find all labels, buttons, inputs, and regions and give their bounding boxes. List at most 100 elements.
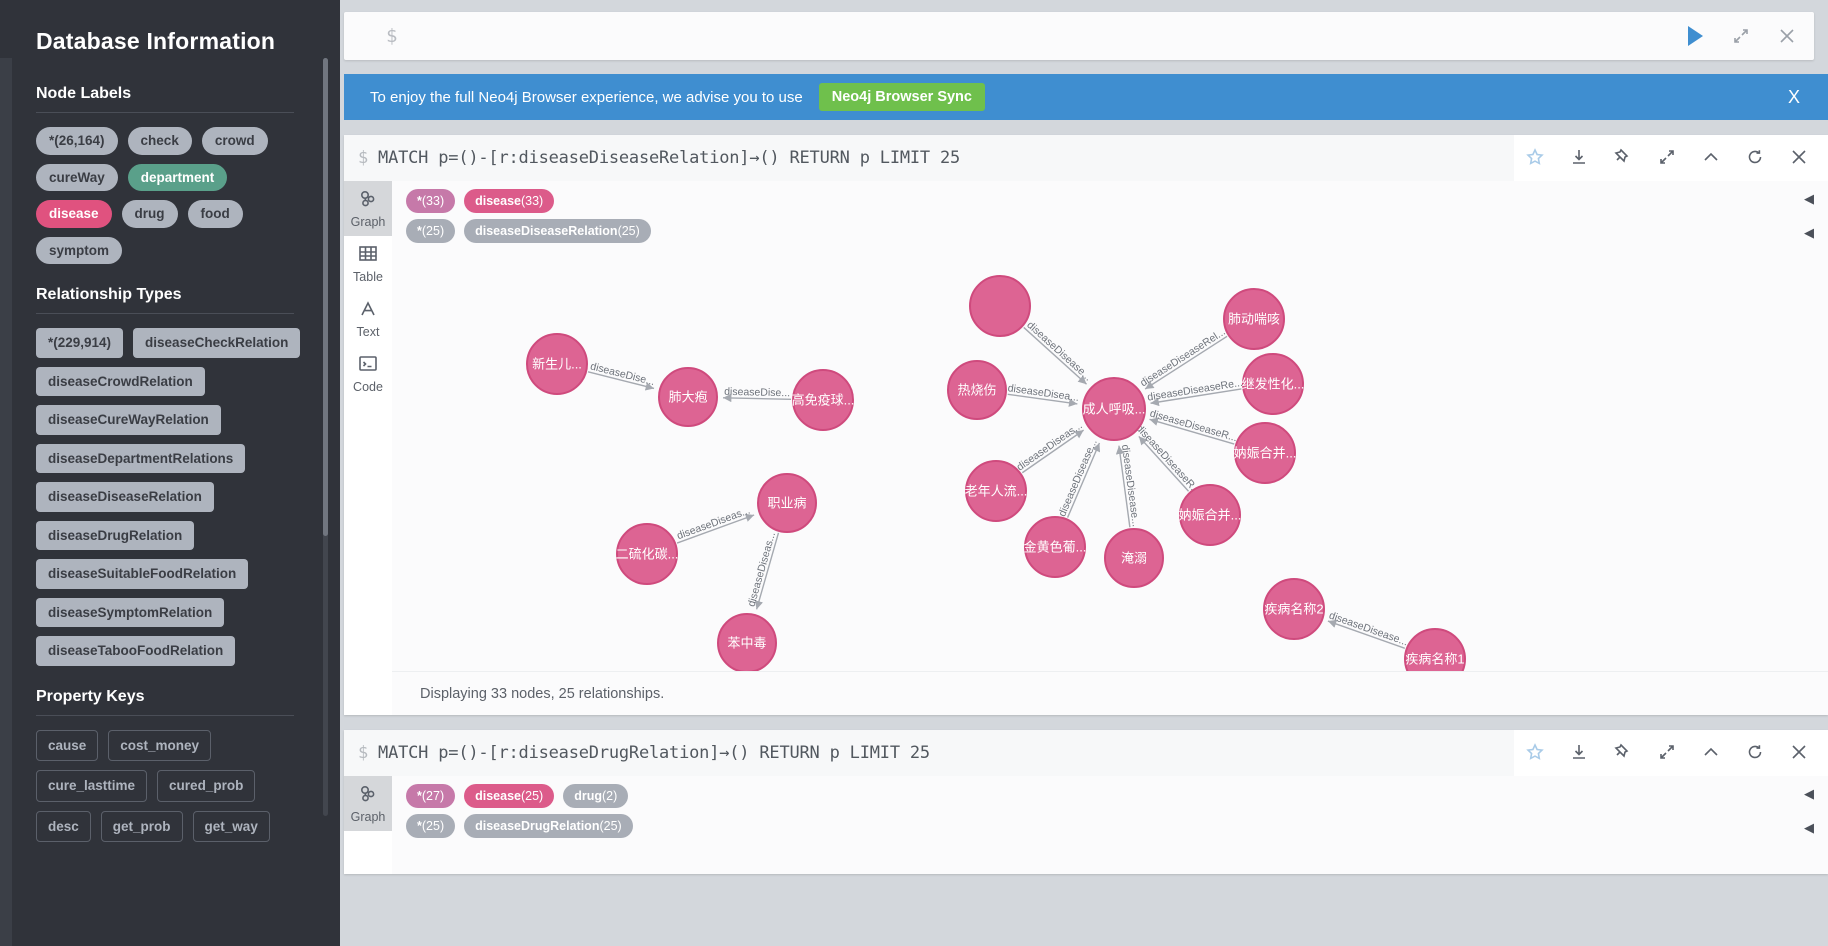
collapse-button[interactable] [1690,136,1734,180]
sidebar-chip-diseasecheckrelation[interactable]: diseaseCheckRelation [133,328,301,358]
editor-expand-button[interactable] [1718,13,1764,59]
sidebar-chip-cost-money[interactable]: cost_money [108,729,212,762]
sidebar-chip-diseasecurewayrelation[interactable]: diseaseCureWayRelation [36,405,221,435]
view-tab-graph[interactable]: Graph [344,776,392,831]
sidebar-chip-food[interactable]: food [187,200,243,228]
editor-close-button[interactable] [1764,13,1810,59]
legend-chip-[interactable]: *(25) [406,814,456,838]
star-button[interactable] [1514,136,1558,180]
sidebar-chip-diseasesuitablefoodrelation[interactable]: diseaseSuitableFoodRelation [36,559,249,589]
sidebar-chip-diseasedepartmentrelations[interactable]: diseaseDepartmentRelations [36,443,246,474]
sidebar-chip-desc[interactable]: desc [36,810,91,843]
sidebar-scrollbar-thumb[interactable] [323,58,328,536]
sidebar-sections: Node Labels *(26,164) check crowd cureWay dep… [36,85,340,843]
download-button[interactable] [1558,136,1602,180]
frame-query-text[interactable]: $ MATCH p=()-[r:diseaseDiseaseRelation]→(… [344,134,1514,181]
collapse-button[interactable] [1690,731,1734,775]
sidebar-chip-symptom[interactable]: symptom [36,236,123,265]
run-query-button[interactable] [1672,13,1718,59]
sidebar-chip-cured-prob[interactable]: cured_prob [157,770,256,802]
frame-toolbar [1514,134,1828,181]
legend-chip-[interactable]: *(33) [406,189,456,213]
legend-chip-label: diseaseDiseaseRelation [475,224,618,238]
browser-sync-button[interactable]: Neo4j Browser Sync [818,83,985,111]
sidebar-chip-drug[interactable]: drug [121,200,178,228]
view-tab-text[interactable]: Text [344,291,392,346]
graph-visualization-area[interactable]: *(27) disease(25) drug(2) ◀ *(25) diseaseDrug… [392,776,1828,874]
collapse-icon [1704,747,1718,756]
code-icon [359,356,377,371]
legend-collapse-toggle[interactable]: ◀ [1804,191,1814,207]
frame-query-text[interactable]: $ MATCH p=()-[r:diseaseDrugRelation]→() R… [344,729,1514,776]
sidebar-chip-diseasecrowdrelation[interactable]: diseaseCrowdRelation [36,366,205,397]
cypher-editor-input[interactable] [411,12,1672,60]
sidebar-chip-disease[interactable]: disease [36,200,112,228]
sidebar-chip-cure-lasttime[interactable]: cure_lasttime [36,770,148,802]
sidebar-chip--26-164-[interactable]: *(26,164) [36,127,118,155]
svg-text:diseaseDiseaseR...: diseaseDiseaseR... [1148,408,1238,445]
close-button[interactable] [1778,731,1822,775]
legend-collapse-toggle[interactable]: ◀ [1804,225,1814,241]
svg-text:成人呼吸...: 成人呼吸... [1083,401,1146,416]
cypher-editor-bar[interactable]: $ [344,12,1814,60]
sidebar-chip-get-way[interactable]: get_way [192,810,270,843]
frame-body: Graph *(27) disease(25) drug(2) ◀ *(25) diseas… [344,776,1828,874]
svg-text:高免疫球...: 高免疫球... [792,392,855,407]
pin-button[interactable] [1602,136,1646,180]
result-frames: $ MATCH p=()-[r:diseaseDiseaseRelation]→(… [340,134,1828,874]
view-tab-code[interactable]: Code [344,346,392,401]
close-icon [1780,29,1794,43]
view-tab-graph[interactable]: Graph [344,181,392,236]
sidebar-chip-check[interactable]: check [127,127,192,155]
sidebar-chip--229-914-[interactable]: *(229,914) [36,328,124,358]
svg-text:肺动喘咳: 肺动喘咳 [1228,311,1280,326]
sidebar-chip-crowd[interactable]: crowd [201,127,268,155]
sidebar-chip-diseasesymptomrelation[interactable]: diseaseSymptomRelation [36,597,225,628]
graph-visualization-area[interactable]: *(33) disease(33) ◀ *(25) diseaseDiseaseRela… [392,181,1828,715]
star-button[interactable] [1514,731,1558,775]
legend-chip-diseaseDrugRelation[interactable]: diseaseDrugRelation(25) [464,814,633,838]
sidebar-chip-cureway[interactable]: cureWay [36,163,118,192]
legend-chip-count: (2) [602,789,618,803]
view-tab-table[interactable]: Table [344,236,392,291]
result-frame: $ MATCH p=()-[r:diseaseDrugRelation]→() R… [344,729,1828,874]
svg-text:淹溺: 淹溺 [1121,550,1147,565]
refresh-button[interactable] [1734,136,1778,180]
svg-text:妠娠合并...: 妠娠合并... [1234,445,1297,460]
legend-collapse-toggle[interactable]: ◀ [1804,820,1814,836]
sidebar-chip-diseasedrugrelation[interactable]: diseaseDrugRelation [36,520,195,551]
legend-chip-label: diseaseDrugRelation [475,819,600,833]
svg-text:金黄色葡...: 金黄色葡... [1024,539,1087,554]
legend-chip-[interactable]: *(25) [406,219,456,243]
legend-chip-disease[interactable]: disease(33) [464,189,555,213]
legend-chip-[interactable]: *(27) [406,784,456,808]
graph-canvas[interactable]: diseaseDise... diseaseDise... diseaseDisea… [392,251,1828,671]
sidebar-chip-diseasetaboofoodrelation[interactable]: diseaseTabooFoodRelation [36,636,236,666]
sidebar-chip-department[interactable]: department [127,163,228,192]
sidebar-chip-get-prob[interactable]: get_prob [100,810,183,843]
download-icon [1573,149,1585,164]
svg-text:diseaseDisease...: diseaseDisease... [1119,444,1142,528]
legend-collapse-toggle[interactable]: ◀ [1804,786,1814,802]
close-button[interactable] [1778,136,1822,180]
sidebar-chip-diseasediseaserelation[interactable]: diseaseDiseaseRelation [36,482,214,512]
legend-chip-diseaseDiseaseRelation[interactable]: diseaseDiseaseRelation(25) [464,219,651,243]
pin-button[interactable] [1602,731,1646,775]
svg-text:diseaseDise...: diseaseDise... [724,386,790,399]
sync-banner-close-button[interactable]: X [1788,87,1806,108]
main-panel: $ To enjoy the full Neo4j Browser experi… [340,0,1828,946]
frame-prompt-icon: $ [358,147,369,168]
legend-chip-disease[interactable]: disease(25) [464,784,555,808]
refresh-button[interactable] [1734,731,1778,775]
expand-button[interactable] [1646,731,1690,775]
expand-button[interactable] [1646,136,1690,180]
view-tab-label: Graph [350,810,386,824]
graph-canvas[interactable] [392,846,1828,874]
legend-chip-drug[interactable]: drug(2) [563,784,629,808]
neo4j-browser-app: Database Information Node Labels *(26,164… [0,0,1828,946]
expand-icon [1734,29,1748,43]
view-tab-label: Text [356,325,380,339]
download-button[interactable] [1558,731,1602,775]
graph-icon [358,189,378,212]
sidebar-chip-cause[interactable]: cause [36,729,99,762]
